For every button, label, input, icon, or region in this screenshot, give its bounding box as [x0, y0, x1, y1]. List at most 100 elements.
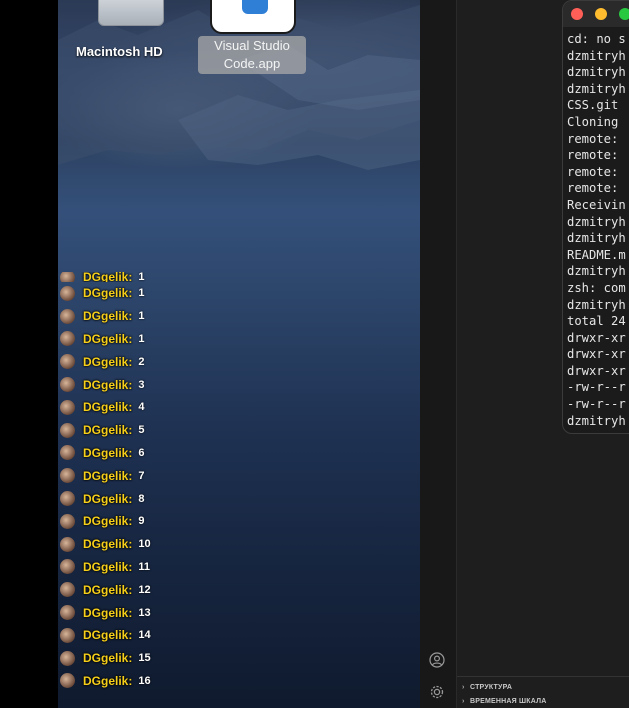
chat-message: DGgelik: 12 [60, 578, 220, 601]
avatar [60, 513, 75, 529]
chat-message: DGgelik: 4 [60, 396, 220, 419]
chat-message: DGgelik: 10 [60, 533, 220, 556]
chat-message-text: 11 [138, 560, 150, 573]
terminal-titlebar[interactable] [563, 1, 629, 27]
chat-message: DGgelik: 1 [60, 282, 220, 305]
activity-bar [420, 0, 457, 708]
chat-message: DGgelik: 16 [60, 670, 220, 693]
chat-message: DGgelik: 9 [60, 510, 220, 533]
chat-message-text: 13 [138, 606, 151, 619]
terminal-line: dzmitryh [567, 81, 626, 96]
terminal-line: remote: [567, 148, 619, 163]
avatar [60, 468, 75, 484]
chat-username: DGgelik: [83, 537, 133, 552]
settings-gear-icon[interactable] [428, 684, 446, 702]
chat-message: DGgelik: 11 [60, 556, 220, 579]
avatar [60, 422, 75, 438]
chevron-right-icon: › [462, 698, 465, 705]
chat-message: DGgelik: 15 [60, 647, 220, 670]
terminal-line: remote: [567, 164, 619, 179]
terminal-line: dzmitryh [567, 214, 626, 229]
chat-message: DGgelik: 5 [60, 419, 220, 442]
section-timeline-label: ВРЕМЕННАЯ ШКАЛА [470, 698, 547, 705]
chat-message: DGgelik: 13 [60, 601, 220, 624]
sidebar-divider [457, 676, 629, 677]
chat-username: DGgelik: [83, 423, 133, 438]
terminal-line: dzmitryh [567, 65, 626, 80]
avatar [60, 377, 75, 393]
chat-overlay: DGgelik: 1 DGgelik: 1 DGgelik: 1 DGgelik: 1 DG… [60, 272, 220, 692]
chat-message-text: 3 [138, 378, 145, 391]
terminal-line: remote: [567, 131, 619, 146]
chat-username: DGgelik: [83, 272, 133, 282]
hard-drive-icon[interactable] [98, 0, 164, 26]
terminal-line: -rw-r--r [567, 380, 626, 395]
avatar [60, 399, 75, 415]
chat-message-text: 1 [138, 272, 145, 282]
chat-username: DGgelik: [83, 651, 133, 666]
terminal-line: dzmitryh [567, 264, 626, 279]
terminal-line: dzmitryh [567, 48, 626, 63]
chat-username: DGgelik: [83, 491, 133, 506]
chat-message-text: 14 [138, 629, 151, 642]
chat-username: DGgelik: [83, 605, 133, 620]
chat-message-text: 5 [138, 424, 145, 437]
zoom-button[interactable] [619, 8, 629, 20]
terminal-line: drwxr-xr [567, 330, 626, 345]
terminal-line: README.m [567, 247, 626, 262]
chat-message-text: 4 [138, 401, 145, 414]
chevron-right-icon: › [462, 684, 465, 691]
chat-message: DGgelik: 2 [60, 350, 220, 373]
left-black-margin [0, 0, 58, 708]
minimize-button[interactable] [595, 8, 607, 20]
macintosh-hd-label: Macintosh HD [76, 44, 163, 59]
avatar [60, 308, 75, 324]
terminal-window[interactable]: cd: no s dzmitryh dzmitryh dzmitryh CSS.git C… [562, 0, 629, 434]
terminal-line: remote: [567, 181, 619, 196]
avatar [60, 285, 75, 301]
chat-message: DGgelik: 1 [60, 305, 220, 328]
avatar [60, 491, 75, 507]
terminal-line: Cloning [567, 114, 619, 129]
chat-username: DGgelik: [83, 673, 133, 688]
chat-message: DGgelik: 7 [60, 464, 220, 487]
avatar [60, 673, 75, 689]
avatar [60, 559, 75, 575]
vscode-app-icon[interactable] [210, 0, 296, 34]
section-timeline[interactable]: › ВРЕМЕННАЯ ШКАЛА [462, 698, 546, 705]
avatar [60, 605, 75, 621]
chat-message-text: 7 [138, 469, 145, 482]
terminal-line: -rw-r--r [567, 397, 626, 412]
avatar [60, 536, 75, 552]
chat-message-text: 16 [138, 674, 151, 687]
vscode-label-line2: Code.app [223, 56, 281, 71]
chat-message: DGgelik: 8 [60, 487, 220, 510]
account-icon[interactable] [428, 652, 446, 670]
chat-message: DGgelik: 14 [60, 624, 220, 647]
chat-username: DGgelik: [83, 331, 133, 346]
chat-message-text: 1 [138, 287, 145, 300]
terminal-line: dzmitryh [567, 231, 626, 246]
chat-username: DGgelik: [83, 514, 133, 529]
chat-message: DGgelik: 6 [60, 442, 220, 465]
section-outline-label: СТРУКТУРА [470, 684, 513, 691]
avatar [60, 445, 75, 461]
terminal-line: total 24 [567, 314, 626, 329]
chat-username: DGgelik: [83, 354, 133, 369]
chat-message-text: 1 [138, 310, 145, 323]
chat-message: DGgelik: 1 [60, 328, 220, 351]
chat-message-text: 15 [138, 652, 151, 665]
close-button[interactable] [571, 8, 583, 20]
chat-username: DGgelik: [83, 468, 133, 483]
vscode-app-label: Visual Studio Code.app [198, 36, 306, 74]
vscode-logo-shape [242, 0, 268, 14]
chat-username: DGgelik: [83, 377, 133, 392]
chat-username: DGgelik: [83, 400, 133, 415]
chat-message-text: 10 [138, 538, 151, 551]
chat-username: DGgelik: [83, 445, 133, 460]
chat-message-text: 8 [138, 492, 145, 505]
terminal-line: zsh: com [567, 280, 626, 295]
section-outline[interactable]: › СТРУКТУРА [462, 684, 512, 691]
avatar [60, 272, 75, 282]
chat-message: DGgelik: 3 [60, 373, 220, 396]
